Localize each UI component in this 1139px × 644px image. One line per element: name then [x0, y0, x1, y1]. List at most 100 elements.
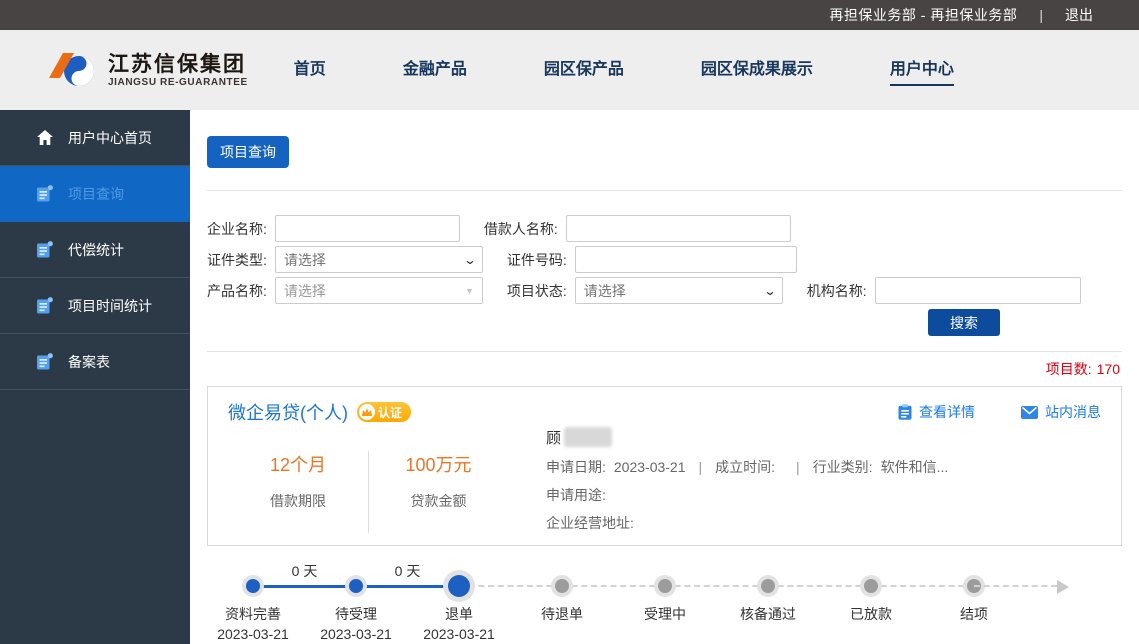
- search-button[interactable]: 搜索: [928, 309, 1000, 336]
- logout-link[interactable]: 退出: [1065, 5, 1093, 25]
- detail-separator: |: [796, 459, 800, 475]
- view-detail-link[interactable]: 查看详情: [898, 402, 975, 422]
- section-tag-row: 项目查询: [207, 136, 1122, 168]
- document-icon: [36, 297, 54, 314]
- company-name-input[interactable]: [275, 215, 460, 242]
- timeline-duration-label: 0 天: [292, 561, 318, 581]
- timeline-stage-name: 结项: [960, 604, 988, 624]
- home-icon: [36, 130, 54, 145]
- divider: [207, 190, 1122, 191]
- field-org-name: 机构名称:: [807, 277, 1081, 304]
- cert-no-input[interactable]: [575, 246, 797, 273]
- project-count: 项目数:170: [207, 359, 1120, 379]
- field-product-name: 产品名称: 请选择 ▼: [207, 277, 483, 304]
- detail-label: 行业类别:: [813, 459, 873, 475]
- borrower-name-input[interactable]: [566, 215, 791, 242]
- sidebar-item-compensation-stats[interactable]: 代偿统计: [0, 222, 190, 278]
- project-details: 顾 申请日期:2023-03-21|成立时间:|行业类别:软件和信... 申请用…: [508, 425, 1101, 533]
- timeline-node-6: [761, 579, 775, 593]
- timeline-connector: [768, 585, 871, 587]
- nav-item-park-guarantee-products[interactable]: 园区保产品: [544, 55, 624, 86]
- detail-separator: |: [699, 459, 703, 475]
- form-row-3: 产品名称:请选择▼项目状态:请选择⌄机构名称:: [207, 277, 1122, 304]
- timeline-connector: [356, 585, 459, 588]
- stat-label: 借款期限: [228, 491, 368, 511]
- product-name-label: 产品名称:: [207, 281, 267, 301]
- stat-label: 贷款金额: [369, 491, 508, 511]
- timeline-node-1: [246, 579, 260, 593]
- field-borrower-name: 借款人名称:: [484, 215, 791, 242]
- section-tag-project-query[interactable]: 项目查询: [207, 136, 289, 168]
- nav-item-financial-products[interactable]: 金融产品: [403, 55, 467, 86]
- stat-value: 100万元: [369, 451, 508, 477]
- timeline-stage-name: 待退单: [541, 604, 583, 624]
- logo[interactable]: 江苏信保集团 JIANGSU RE-GUARANTEE: [46, 48, 248, 92]
- field-cert-no: 证件号码:: [507, 246, 797, 273]
- cert-type-label: 证件类型:: [207, 250, 267, 270]
- document-icon: [36, 353, 54, 370]
- document-icon: [36, 185, 54, 202]
- timeline-stage-name: 核备通过: [740, 604, 796, 624]
- header: 江苏信保集团 JIANGSU RE-GUARANTEE 首页 金融产品 园区保产品 园…: [0, 30, 1139, 110]
- timeline-node-3: [448, 575, 470, 597]
- timeline-stage-name: 受理中: [644, 604, 686, 624]
- detail-row-3: 企业经营地址:: [546, 513, 1101, 533]
- status-timeline: 0 天资料完善2023-03-210 天待受理2023-03-21退单2023-…: [207, 560, 1107, 644]
- search-form: 企业名称:借款人名称: 证件类型: 请选择⌄ 证件号码: 产品名称: 请选择 ▼ 项目状态: 请…: [207, 215, 1122, 304]
- cert-type-select-wrap: 请选择⌄: [275, 246, 483, 273]
- product-title[interactable]: 微企易贷(个人): [228, 399, 348, 425]
- detail-value: 2023-03-21: [614, 459, 686, 475]
- logo-subtitle: JIANGSU RE-GUARANTEE: [108, 77, 248, 88]
- detail-icon: [898, 404, 912, 420]
- view-detail-label: 查看详情: [919, 402, 975, 422]
- nav-item-user-center[interactable]: 用户中心: [890, 55, 954, 86]
- timeline-stage-name: 退单: [445, 604, 473, 624]
- timeline-node-2: [349, 579, 363, 593]
- field-project-status: 项目状态:请选择⌄: [507, 277, 783, 304]
- detail-value: 软件和信...: [881, 459, 949, 475]
- timeline-arrow-icon: [1057, 580, 1069, 594]
- product-name-value: 请选择: [284, 281, 326, 301]
- crown-icon: [359, 404, 375, 420]
- timeline-connector: [974, 585, 1057, 587]
- site-message-link[interactable]: 站内消息: [1021, 402, 1101, 422]
- sidebar-item-project-query[interactable]: 项目查询: [0, 166, 190, 222]
- card-header: 微企易贷(个人) 认证 查看详情 站内消息: [228, 399, 1101, 425]
- product-name-select[interactable]: 请选择 ▼: [275, 277, 483, 304]
- project-status-label: 项目状态:: [507, 281, 567, 301]
- form-row-1: 企业名称:借款人名称:: [207, 215, 1122, 242]
- org-name-label: 机构名称:: [807, 281, 867, 301]
- timeline-node-7: [864, 579, 878, 593]
- timeline-connector: [665, 585, 768, 587]
- project-card: 微企易贷(个人) 认证 查看详情站内消息 12个月借款期限100万元贷款金额 顾: [207, 386, 1122, 546]
- timeline-node-4: [555, 579, 569, 593]
- sidebar-item-record-table[interactable]: 备案表: [0, 334, 190, 390]
- timeline-stage-date: 2023-03-21: [320, 626, 392, 642]
- timeline-connector: [871, 585, 974, 587]
- card-body: 12个月借款期限100万元贷款金额 顾 申请日期:2023-03-21|成立时间…: [228, 425, 1101, 533]
- divider: [207, 351, 1122, 352]
- stat-loan-amount: 100万元贷款金额: [368, 451, 508, 533]
- org-name-input[interactable]: [875, 277, 1081, 304]
- field-cert-type: 证件类型: 请选择⌄: [207, 246, 483, 273]
- card-actions: 查看详情 站内消息: [898, 402, 1101, 422]
- sidebar-item-label: 用户中心首页: [68, 128, 152, 148]
- main-content: 项目查询 企业名称:借款人名称: 证件类型: 请选择⌄ 证件号码: 产品名称: 请选择 ▼ 项…: [190, 110, 1139, 644]
- sidebar-item-project-time-stats[interactable]: 项目时间统计: [0, 278, 190, 334]
- timeline-stage-date: 2023-03-21: [423, 626, 495, 642]
- nav-item-park-guarantee-results[interactable]: 园区保成果展示: [701, 55, 813, 86]
- borrower-surname: 顾: [546, 427, 561, 448]
- loan-stats: 12个月借款期限100万元贷款金额: [228, 425, 508, 533]
- sidebar-item-label: 项目查询: [68, 184, 124, 204]
- timeline-connector: [253, 585, 356, 588]
- project-count-label: 项目数:: [1046, 361, 1092, 377]
- nav-item-home[interactable]: 首页: [294, 55, 326, 86]
- triangle-down-icon: ▼: [465, 286, 474, 296]
- certified-badge: 认证: [357, 402, 411, 422]
- sidebar-item-user-center-home[interactable]: 用户中心首页: [0, 110, 190, 166]
- timeline-duration-label: 0 天: [395, 561, 421, 581]
- project-status-select[interactable]: 请选择: [575, 277, 783, 304]
- detail-row-2: 申请用途:: [546, 485, 1101, 505]
- cert-type-select[interactable]: 请选择: [275, 246, 483, 273]
- logo-title: 江苏信保集团: [108, 52, 248, 75]
